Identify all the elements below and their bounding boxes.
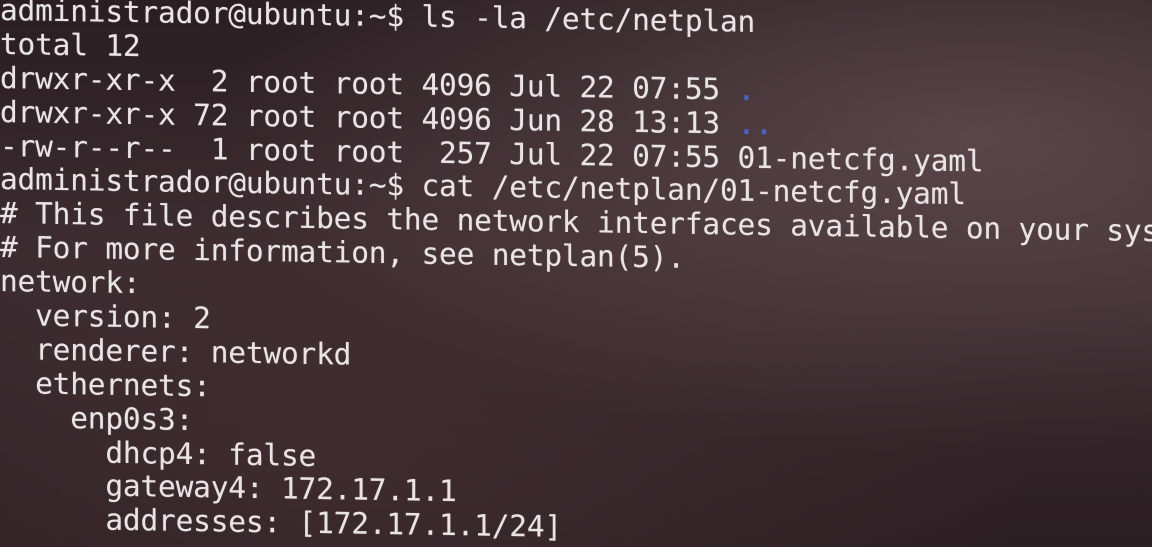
yaml-key: ethernets:	[0, 365, 211, 404]
yaml-key: renderer: networkd	[0, 331, 352, 372]
terminal-output: administrador@ubuntu:~$ ls -la /etc/netp…	[0, 0, 1152, 547]
yaml-key: version: 2	[0, 298, 211, 336]
directory-entry: ..	[737, 106, 773, 141]
yaml-key: enp0s3:	[0, 399, 194, 437]
terminal-screen[interactable]: administrador@ubuntu:~$ ls -la /etc/netp…	[0, 0, 1152, 547]
yaml-key: dhcp4: false	[0, 433, 317, 473]
directory-entry: .	[737, 72, 756, 107]
yaml-key: network:	[0, 264, 141, 301]
total-line: total 12	[0, 26, 141, 64]
